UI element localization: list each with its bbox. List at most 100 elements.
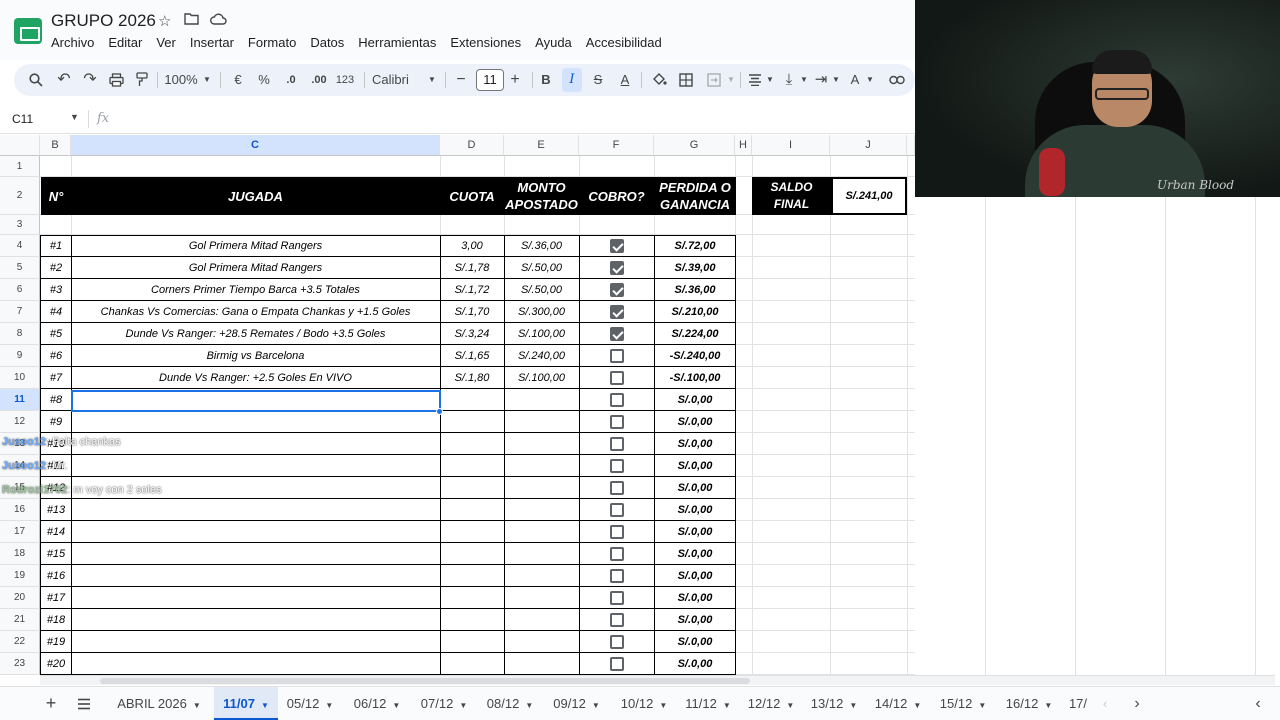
row-header-8[interactable]: 8 — [0, 323, 40, 345]
borders-icon[interactable] — [677, 64, 695, 96]
col-header-g[interactable]: G — [654, 135, 735, 156]
wrap-caret-icon[interactable]: ▼ — [832, 64, 840, 96]
move-folder-icon[interactable] — [184, 12, 199, 29]
rotation-caret-icon[interactable]: ▼ — [866, 64, 874, 96]
sheet-tab-caret-icon[interactable]: ▼ — [978, 701, 986, 710]
cell-resultado[interactable]: S/.0,00 — [654, 587, 736, 609]
cell-monto[interactable] — [504, 631, 579, 653]
sheet-tab[interactable]: 12/12 ▼ — [740, 687, 802, 720]
col-header-k[interactable] — [907, 135, 915, 156]
row-header-5[interactable]: 5 — [0, 257, 40, 279]
cell-cuota[interactable]: S/.1,78 — [440, 257, 504, 279]
cobro-checkbox[interactable] — [609, 415, 624, 429]
sheet-tab-caret-icon[interactable]: ▼ — [659, 701, 667, 710]
cell-monto[interactable]: S/.36,00 — [504, 235, 579, 257]
cell-resultado[interactable]: S/.0,00 — [654, 389, 736, 411]
strikethrough-button[interactable]: S — [590, 64, 606, 96]
col-header-e[interactable]: E — [504, 135, 579, 156]
menu-extensiones[interactable]: Extensiones — [443, 35, 528, 51]
row-header-21[interactable]: 21 — [0, 609, 40, 631]
cell-num[interactable]: #6 — [41, 345, 71, 367]
cell-cuota[interactable] — [440, 631, 504, 653]
col-header-f[interactable]: F — [579, 135, 654, 156]
fill-color-icon[interactable] — [650, 64, 668, 96]
row-header-2[interactable]: 2 — [0, 177, 40, 215]
cell-resultado[interactable]: S/.0,00 — [654, 631, 736, 653]
cell-resultado[interactable]: S/.224,00 — [654, 323, 736, 345]
cell-cuota[interactable]: S/.3,24 — [440, 323, 504, 345]
sheet-tab[interactable]: 14/12 ▼ — [866, 687, 930, 720]
cell-monto[interactable]: S/.50,00 — [504, 257, 579, 279]
cell-cuota[interactable] — [440, 455, 504, 477]
cell-monto[interactable]: S/.100,00 — [504, 367, 579, 389]
cell-jugada[interactable] — [71, 609, 440, 631]
horizontal-scrollbar[interactable] — [40, 675, 1275, 685]
row-header-19[interactable]: 19 — [0, 565, 40, 587]
name-box-caret-icon[interactable]: ▼ — [70, 112, 79, 122]
tabs-scroll-right-icon[interactable]: › — [1129, 687, 1145, 720]
sheet-tab[interactable]: 11/07 ▼ — [214, 687, 278, 720]
cell-cuota[interactable] — [440, 521, 504, 543]
col-header-b[interactable]: B — [40, 135, 71, 156]
cobro-checkbox[interactable] — [609, 349, 624, 363]
cell-jugada[interactable]: Chankas Vs Comercias: Gana o Empata Chan… — [71, 301, 440, 323]
cell-jugada[interactable] — [71, 543, 440, 565]
cobro-checkbox[interactable] — [609, 371, 624, 385]
cell-jugada[interactable] — [71, 455, 440, 477]
header-cuota[interactable]: CUOTA — [440, 177, 504, 215]
cell-resultado[interactable]: S/.36,00 — [654, 279, 736, 301]
menu-herramientas[interactable]: Herramientas — [351, 35, 443, 51]
cell-jugada[interactable] — [71, 411, 440, 433]
cobro-checkbox[interactable] — [609, 525, 624, 539]
sheet-tab-caret-icon[interactable]: ▼ — [723, 701, 731, 710]
cell-num[interactable]: #8 — [41, 389, 71, 411]
row-header-6[interactable]: 6 — [0, 279, 40, 301]
cell-num[interactable]: #4 — [41, 301, 71, 323]
text-color-button[interactable]: A — [616, 64, 634, 96]
merge-cells-icon[interactable] — [705, 64, 723, 96]
sheet-tab-caret-icon[interactable]: ▼ — [525, 701, 533, 710]
cell-cuota[interactable]: 3,00 — [440, 235, 504, 257]
text-rotation-icon[interactable]: A — [846, 64, 864, 96]
font-family-select[interactable]: Calibri — [372, 64, 416, 96]
cell-cuota[interactable]: S/.1,70 — [440, 301, 504, 323]
header-num[interactable]: N° — [41, 177, 71, 215]
tabs-scroll-left-icon[interactable]: ‹ — [1097, 687, 1113, 720]
cell-jugada[interactable]: Gol Primera Mitad Rangers — [71, 235, 440, 257]
cell-monto[interactable] — [504, 521, 579, 543]
cobro-checkbox[interactable] — [609, 305, 624, 319]
cell-num[interactable]: #15 — [41, 543, 71, 565]
sheet-tab[interactable]: 06/12 ▼ — [344, 687, 410, 720]
sheet-tab[interactable]: 17/ — [1064, 687, 1092, 720]
cell-monto[interactable] — [504, 587, 579, 609]
cell-monto[interactable] — [504, 543, 579, 565]
cobro-checkbox[interactable] — [609, 613, 624, 627]
redo-icon[interactable]: ↷ — [80, 64, 100, 96]
cell-num[interactable]: #16 — [41, 565, 71, 587]
row-header-10[interactable]: 10 — [0, 367, 40, 389]
cell-num[interactable]: #3 — [41, 279, 71, 301]
sheet-tab-caret-icon[interactable]: ▼ — [261, 701, 269, 710]
cell-jugada[interactable]: Dunde Vs Ranger: +28.5 Remates / Bodo +3… — [71, 323, 440, 345]
sheet-tab[interactable]: 07/12 ▼ — [412, 687, 476, 720]
cell-resultado[interactable]: -S/.240,00 — [654, 345, 736, 367]
font-size-decrease-button[interactable]: − — [454, 64, 468, 96]
cell-jugada[interactable] — [71, 565, 440, 587]
cell-jugada[interactable] — [71, 631, 440, 653]
side-panel-toggle-icon[interactable]: ‹ — [1250, 687, 1266, 720]
col-header-j[interactable]: J — [830, 135, 907, 156]
fill-handle[interactable] — [436, 408, 443, 415]
cell-num[interactable]: #13 — [41, 499, 71, 521]
cell-cuota[interactable] — [440, 389, 504, 411]
sheet-tab[interactable]: 09/12 ▼ — [543, 687, 610, 720]
number-format-button[interactable]: 123 — [334, 64, 356, 96]
header-cobro[interactable]: COBRO? — [579, 177, 654, 215]
cell-num[interactable]: #14 — [41, 521, 71, 543]
cobro-checkbox[interactable] — [609, 239, 624, 253]
row-header-4[interactable]: 4 — [0, 235, 40, 257]
cell-num[interactable]: #17 — [41, 587, 71, 609]
increase-decimal-button[interactable]: .00 — [308, 64, 330, 96]
row-header-1[interactable]: 1 — [0, 156, 40, 177]
sheet-tab[interactable]: 16/12 ▼ — [996, 687, 1062, 720]
row-header-17[interactable]: 17 — [0, 521, 40, 543]
